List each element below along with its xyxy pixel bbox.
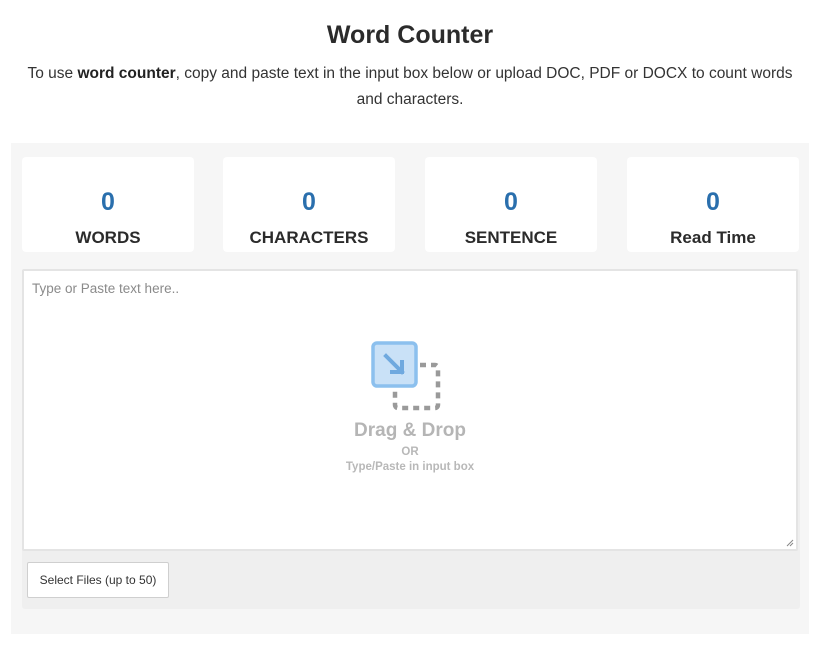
stat-card-characters: 0 CHARACTERS — [223, 157, 395, 252]
text-input-placeholder: Type or Paste text here.. — [32, 281, 180, 296]
word-counter-page: Word Counter To use word counter, copy a… — [0, 0, 820, 664]
stat-card-sentence: 0 SENTENCE — [425, 157, 597, 252]
drag-drop-subtitle: Type/Paste in input box — [345, 461, 475, 473]
select-files-button[interactable]: Select Files (up to 50) — [27, 562, 169, 598]
characters-label: CHARACTERS — [249, 228, 369, 247]
stat-card-read-time: 0 Read Time — [627, 157, 799, 252]
drag-drop-icon — [371, 341, 441, 411]
words-label: WORDS — [75, 228, 141, 247]
sentence-count: 0 — [504, 188, 518, 216]
read-time-count: 0 — [706, 188, 720, 216]
resize-handle-icon[interactable] — [786, 539, 794, 547]
text-input[interactable]: Type or Paste text here.. Drag & Drop OR… — [22, 269, 798, 551]
counter-panel: 0 WORDS 0 CHARACTERS 0 SENTENCE 0 Read T… — [11, 143, 809, 634]
description-prefix: To use — [27, 65, 78, 82]
read-time-label: Read Time — [670, 228, 756, 247]
drag-drop-or: OR — [401, 446, 419, 458]
description-rest: , copy and paste text in the input box b… — [175, 65, 793, 108]
drag-drop-title: Drag & Drop — [354, 420, 466, 441]
stat-card-words: 0 WORDS — [22, 157, 194, 252]
input-area: Type or Paste text here.. Drag & Drop OR… — [22, 269, 800, 609]
page-description: To use word counter, copy and paste text… — [20, 61, 800, 113]
words-count: 0 — [101, 188, 115, 216]
characters-count: 0 — [302, 188, 316, 216]
page-title: Word Counter — [326, 21, 494, 49]
drop-zone[interactable]: Drag & Drop OR Type/Paste in input box — [24, 341, 796, 481]
sentence-label: SENTENCE — [464, 228, 558, 247]
description-bold: word counter — [77, 65, 176, 82]
